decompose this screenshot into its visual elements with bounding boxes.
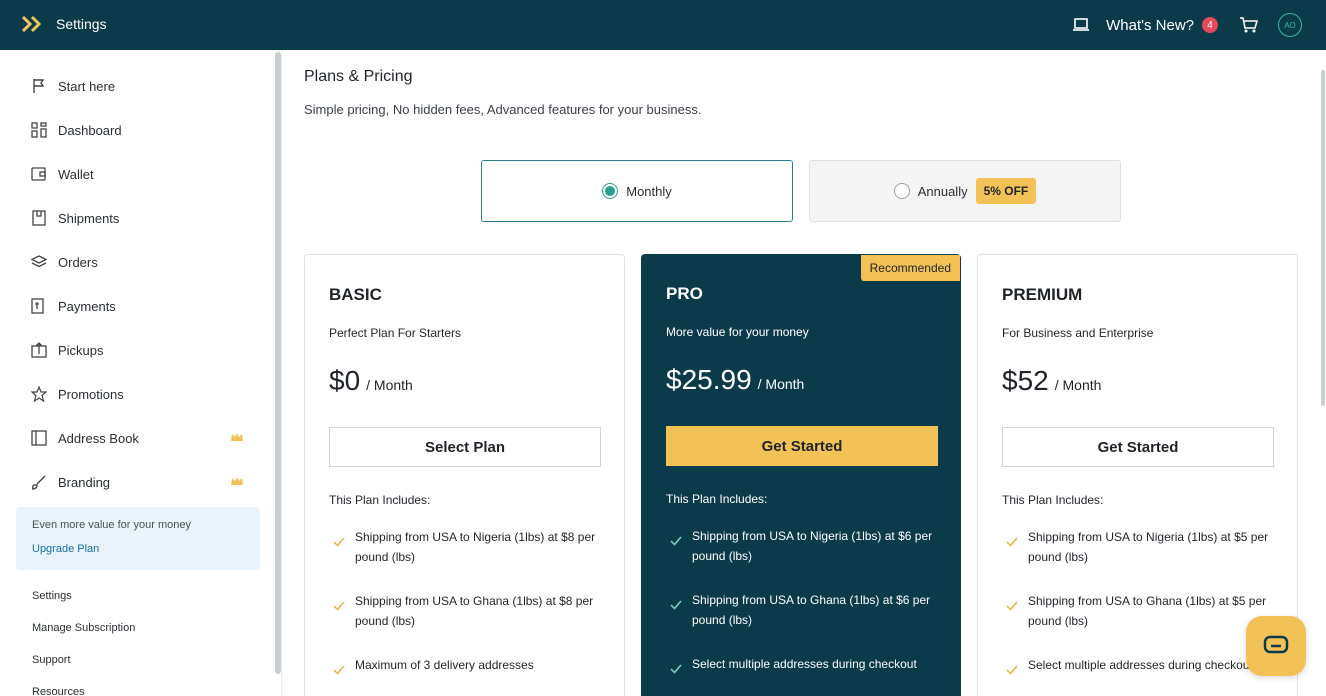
plan-card-pro: Recommended PRO More value for your mone… xyxy=(641,254,961,696)
sidebar-item-label: Shipments xyxy=(58,210,120,226)
select-plan-button[interactable]: Select Plan xyxy=(329,427,601,467)
plan-name: PRO xyxy=(666,284,703,303)
check-icon xyxy=(333,601,345,611)
plan-feature: Shipping from USA to Nigeria (1lbs) at $… xyxy=(1002,527,1282,567)
plan-feature: Select multiple addresses during checkou… xyxy=(1002,655,1282,675)
sidebar-item-label: Start here xyxy=(58,78,116,94)
sidebar-item-pickups[interactable]: Pickups xyxy=(30,338,250,362)
cart-icon[interactable] xyxy=(1238,14,1260,36)
top-actions: What's New? 4 AO xyxy=(1070,10,1302,40)
get-started-button[interactable]: Get Started xyxy=(666,426,938,466)
sidebar-item-shipments[interactable]: Shipments xyxy=(30,206,250,230)
plan-feature: Shipping from USA to Nigeria (1lbs) at $… xyxy=(666,526,946,566)
sidebar-item-branding[interactable]: Branding xyxy=(30,470,250,494)
notification-badge: 4 xyxy=(1202,17,1218,33)
plan-includes-label: This Plan Includes: xyxy=(329,493,431,507)
plan-feature: Shipping from USA to Ghana (1lbs) at $8 … xyxy=(329,591,609,631)
radio-unselected-icon[interactable] xyxy=(893,183,910,199)
check-icon xyxy=(670,600,682,610)
resources-link[interactable]: Resources xyxy=(32,686,85,696)
chat-button[interactable] xyxy=(1246,616,1306,676)
box-icon xyxy=(30,209,48,227)
logo-icon[interactable] xyxy=(22,16,42,32)
star-icon xyxy=(30,385,48,403)
upgrade-text: Even more value for your money xyxy=(32,519,191,531)
check-icon xyxy=(1006,537,1018,547)
plan-feature: Shipping from USA to Ghana (1lbs) at $5 … xyxy=(1002,591,1282,631)
sidebar-item-label: Address Book xyxy=(58,430,139,446)
avatar[interactable]: AO xyxy=(1278,13,1302,37)
wallet-icon xyxy=(30,165,48,183)
main-scrollbar[interactable] xyxy=(1321,70,1325,406)
sidebar-item-label: Orders xyxy=(58,254,98,270)
sidebar-item-wallet[interactable]: Wallet xyxy=(30,162,250,186)
plan-description: For Business and Enterprise xyxy=(1002,326,1154,340)
sidebar-item-label: Pickups xyxy=(58,342,104,358)
page-subtitle: Simple pricing, No hidden fees, Advanced… xyxy=(304,102,702,117)
plan-includes-label: This Plan Includes: xyxy=(1002,493,1104,507)
layers-icon xyxy=(30,253,48,271)
support-link[interactable]: Support xyxy=(32,654,71,666)
plan-card-basic: BASIC Perfect Plan For Starters $0/ Mont… xyxy=(304,254,625,696)
sidebar-scrollbar[interactable] xyxy=(275,52,281,674)
plan-description: More value for your money xyxy=(666,325,809,339)
plan-includes-label: This Plan Includes: xyxy=(666,492,768,506)
whats-new-link[interactable]: What's New? xyxy=(1106,17,1194,34)
discount-badge: 5% OFF xyxy=(975,178,1037,204)
plan-description: Perfect Plan For Starters xyxy=(329,326,462,340)
page-title: Plans & Pricing xyxy=(304,68,413,85)
sidebar-item-promotions[interactable]: Promotions xyxy=(30,382,250,406)
plan-price: $52/ Month xyxy=(1002,365,1102,396)
get-started-button[interactable]: Get Started xyxy=(1002,427,1274,467)
plan-name: PREMIUM xyxy=(1002,285,1083,304)
check-icon xyxy=(670,664,682,674)
crown-icon xyxy=(231,433,243,441)
payment-icon xyxy=(30,297,48,315)
plan-price: $25.99/ Month xyxy=(666,364,805,395)
pickup-icon xyxy=(30,341,48,359)
upgrade-banner: Even more value for your money Upgrade P… xyxy=(16,507,260,570)
top-bar: Settings What's New? 4 AO xyxy=(0,0,1326,50)
dashboard-icon xyxy=(30,121,48,139)
sidebar-item-label: Promotions xyxy=(58,386,124,402)
billing-annual-option[interactable]: Annually 5% OFF xyxy=(809,160,1121,222)
sidebar-item-start-here[interactable]: Start here xyxy=(30,74,250,98)
check-icon xyxy=(333,665,345,675)
plan-feature: Maximum of 3 delivery addresses xyxy=(329,655,609,675)
upgrade-plan-link[interactable]: Upgrade Plan xyxy=(32,543,99,555)
sidebar-item-label: Wallet xyxy=(58,166,94,182)
crown-icon xyxy=(231,477,243,485)
sidebar-item-payments[interactable]: Payments xyxy=(30,294,250,318)
plan-feature: Shipping from USA to Ghana (1lbs) at $6 … xyxy=(666,590,946,630)
sidebar-item-address-book[interactable]: Address Book xyxy=(30,426,250,450)
sidebar-item-label: Dashboard xyxy=(58,122,122,138)
settings-link[interactable]: Settings xyxy=(32,590,72,602)
chat-icon xyxy=(1263,635,1289,654)
billing-monthly-option[interactable]: Monthly xyxy=(481,160,793,222)
app-title: Settings xyxy=(56,16,107,32)
laptop-icon[interactable] xyxy=(1070,14,1092,36)
manage-subscription-link[interactable]: Manage Subscription xyxy=(32,622,135,634)
sidebar-item-orders[interactable]: Orders xyxy=(30,250,250,274)
check-icon xyxy=(670,536,682,546)
check-icon xyxy=(1006,665,1018,675)
book-icon xyxy=(30,429,48,447)
billing-annual-label: Annually xyxy=(917,183,968,199)
recommended-badge: Recommended xyxy=(860,255,960,281)
plan-price: $0/ Month xyxy=(329,365,413,396)
billing-monthly-label: Monthly xyxy=(626,183,672,199)
sidebar-item-dashboard[interactable]: Dashboard xyxy=(30,118,250,142)
check-icon xyxy=(1006,601,1018,611)
plan-feature: Select multiple addresses during checkou… xyxy=(666,654,946,674)
radio-selected-icon[interactable] xyxy=(602,183,619,199)
sidebar-item-label: Branding xyxy=(58,474,111,490)
check-icon xyxy=(333,537,345,547)
sidebar-item-label: Payments xyxy=(58,298,116,314)
plan-name: BASIC xyxy=(329,285,382,304)
plan-feature: Shipping from USA to Nigeria (1lbs) at $… xyxy=(329,527,609,567)
flag-icon xyxy=(30,77,48,95)
brush-icon xyxy=(30,473,48,491)
